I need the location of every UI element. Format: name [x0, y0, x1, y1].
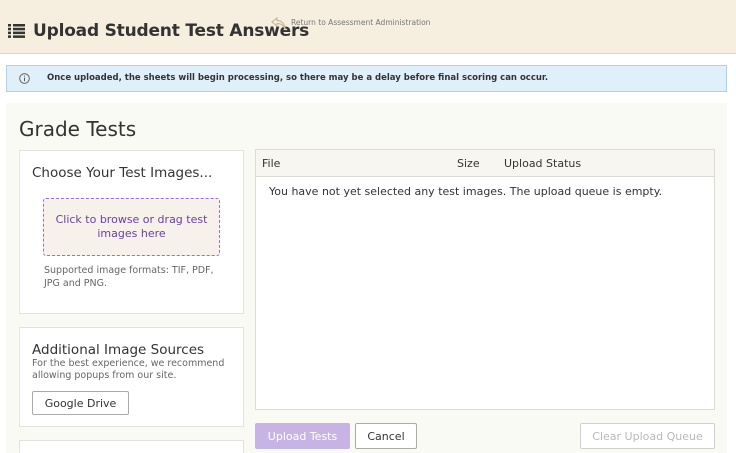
column-file: File [262, 157, 281, 170]
google-drive-button[interactable]: Google Drive [32, 391, 129, 415]
choose-images-title: Choose Your Test Images... [32, 165, 213, 181]
clear-upload-queue-button[interactable]: Clear Upload Queue [580, 423, 715, 449]
info-banner: Once uploaded, the sheets will begin pro… [6, 65, 727, 92]
main-content: Grade Tests Choose Your Test Images... C… [6, 103, 727, 453]
return-arrow-icon[interactable] [270, 15, 288, 33]
column-size: Size [457, 157, 480, 170]
upload-queue: File Size Upload Status You have not yet… [255, 149, 715, 410]
image-dropzone[interactable]: Click to browse or drag test images here [43, 198, 220, 256]
column-upload-status: Upload Status [504, 157, 582, 170]
info-message: Once uploaded, the sheets will begin pro… [47, 73, 549, 83]
page-title: Grade Tests [19, 117, 137, 141]
upload-tests-button[interactable]: Upload Tests [255, 423, 350, 449]
queue-empty-message: You have not yet selected any test image… [269, 185, 663, 198]
list-icon[interactable] [8, 24, 25, 38]
popup-note: For the best experience, we recommend al… [32, 358, 225, 381]
cancel-button[interactable]: Cancel [355, 423, 417, 449]
return-to-assessment-link[interactable]: Return to Assessment Administration [291, 18, 430, 27]
additional-sources-title: Additional Image Sources [32, 342, 205, 358]
additional-sources-card: Additional Image Sources For the best ex… [19, 327, 244, 427]
info-icon [19, 73, 30, 84]
choose-images-card: Choose Your Test Images... Click to brow… [19, 150, 244, 314]
page-header: Upload Student Test Answers Return to As… [0, 0, 736, 54]
queue-header: File Size Upload Status [256, 150, 714, 177]
supported-formats-note: Supported image formats: TIF, PDF, JPG a… [44, 265, 214, 289]
page-title-header: Upload Student Test Answers [33, 21, 310, 41]
more-sources-card [19, 440, 244, 453]
